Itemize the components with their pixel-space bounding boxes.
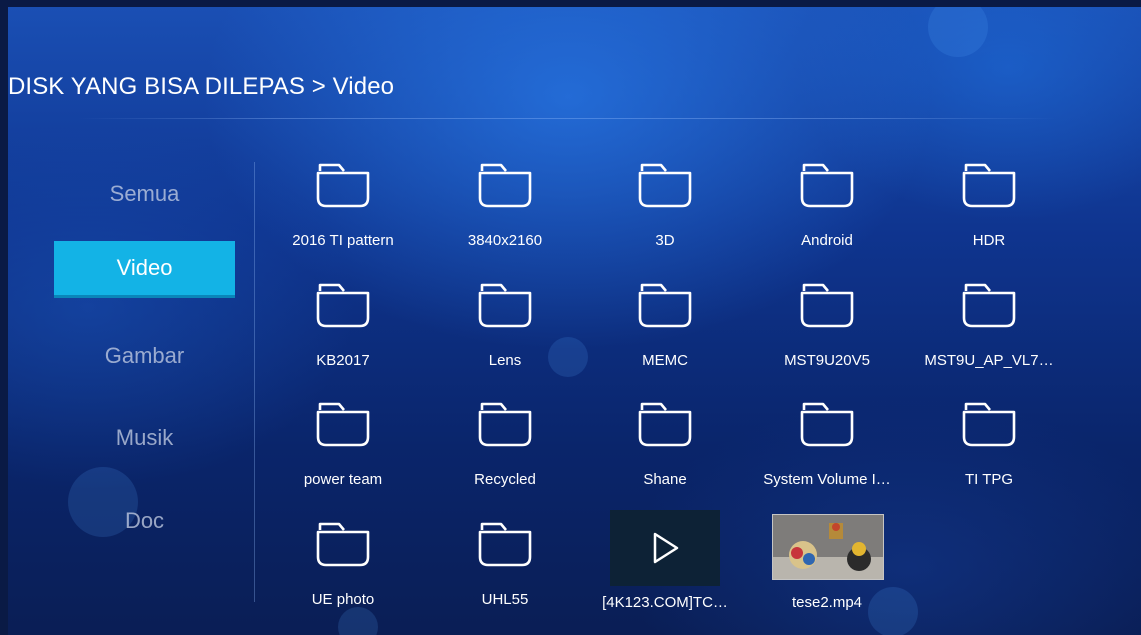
folder-label: HDR xyxy=(972,232,1006,249)
sidebar-item-musik[interactable]: Musik xyxy=(54,411,235,465)
file-label: [4K123.COM]TC… xyxy=(602,594,728,611)
folder-tile[interactable]: UE photo xyxy=(268,521,418,631)
sidebar-item-doc[interactable]: Doc xyxy=(54,494,235,548)
folder-icon xyxy=(800,283,854,328)
file-tile-video[interactable]: [4K123.COM]TC… xyxy=(590,510,740,620)
folder-tile[interactable]: power team xyxy=(268,401,418,511)
folder-label: UE photo xyxy=(311,591,375,608)
header-divider xyxy=(78,118,1058,119)
folder-label: MEMC xyxy=(642,352,688,369)
folder-tile[interactable]: MST9U_AP_VL7… xyxy=(914,282,1064,392)
folder-label: KB2017 xyxy=(316,352,370,369)
folder-tile[interactable]: MST9U20V5 xyxy=(752,282,902,392)
folder-label: TI TPG xyxy=(964,471,1014,488)
folder-label: Shane xyxy=(643,471,687,488)
folder-icon xyxy=(478,283,532,328)
sidebar-divider xyxy=(254,162,255,602)
folder-icon xyxy=(316,402,370,447)
folder-icon xyxy=(638,402,692,447)
folder-label: Lens xyxy=(488,352,522,369)
folder-tile[interactable]: TI TPG xyxy=(914,401,1064,511)
sidebar-item-gambar[interactable]: Gambar xyxy=(54,329,235,383)
file-tile-tese2[interactable]: tese2.mp4 xyxy=(752,514,902,624)
sidebar-item-video[interactable]: Video xyxy=(54,241,235,295)
folder-tile[interactable]: Shane xyxy=(590,401,740,511)
folder-icon xyxy=(638,163,692,208)
folder-label: UHL55 xyxy=(481,591,529,608)
folder-label: System Volume I… xyxy=(763,471,891,488)
folder-icon xyxy=(800,402,854,447)
folder-icon xyxy=(316,283,370,328)
sidebar-item-label: Musik xyxy=(115,425,174,450)
folder-icon xyxy=(962,402,1016,447)
folder-tile[interactable]: Lens xyxy=(430,282,580,392)
file-browser-screen: DISK YANG BISA DILEPAS > Video Semua Vid… xyxy=(8,7,1141,635)
folder-icon xyxy=(478,163,532,208)
video-thumbnail xyxy=(610,510,720,586)
folder-label: 3D xyxy=(655,232,675,249)
folder-label: 3840x2160 xyxy=(467,232,543,249)
bg-bubble xyxy=(928,7,988,57)
folder-label: Recycled xyxy=(474,471,536,488)
folder-label: 2016 TI pattern xyxy=(292,232,394,249)
folder-label: MST9U_AP_VL7… xyxy=(924,352,1054,369)
folder-icon xyxy=(800,163,854,208)
folder-label: MST9U20V5 xyxy=(784,352,870,369)
folder-tile[interactable]: 3D xyxy=(590,162,740,272)
folder-icon xyxy=(962,283,1016,328)
folder-icon xyxy=(962,163,1016,208)
folder-label: Android xyxy=(801,232,853,249)
sidebar-item-label: Doc xyxy=(124,508,165,533)
folder-icon xyxy=(478,522,532,567)
play-icon xyxy=(653,532,679,564)
folder-tile[interactable]: HDR xyxy=(914,162,1064,272)
folder-icon xyxy=(638,283,692,328)
folder-tile[interactable]: 3840x2160 xyxy=(430,162,580,272)
folder-tile[interactable]: KB2017 xyxy=(268,282,418,392)
sidebar-item-semua[interactable]: Semua xyxy=(54,167,235,221)
folder-icon xyxy=(316,522,370,567)
sidebar-item-label: Semua xyxy=(109,181,180,206)
sidebar-item-label: Gambar xyxy=(104,343,185,368)
file-label: tese2.mp4 xyxy=(791,594,863,611)
folder-tile[interactable]: UHL55 xyxy=(430,521,580,631)
folder-icon xyxy=(478,402,532,447)
folder-tile[interactable]: Android xyxy=(752,162,902,272)
folder-tile[interactable]: 2016 TI pattern xyxy=(268,162,418,272)
folder-label: power team xyxy=(303,471,383,488)
folder-tile[interactable]: System Volume I… xyxy=(752,401,902,511)
folder-tile[interactable]: Recycled xyxy=(430,401,580,511)
sidebar-item-label: Video xyxy=(116,255,173,280)
video-thumbnail-image xyxy=(772,514,884,580)
folder-icon xyxy=(316,163,370,208)
folder-tile[interactable]: MEMC xyxy=(590,282,740,392)
breadcrumb: DISK YANG BISA DILEPAS > Video xyxy=(8,73,395,100)
